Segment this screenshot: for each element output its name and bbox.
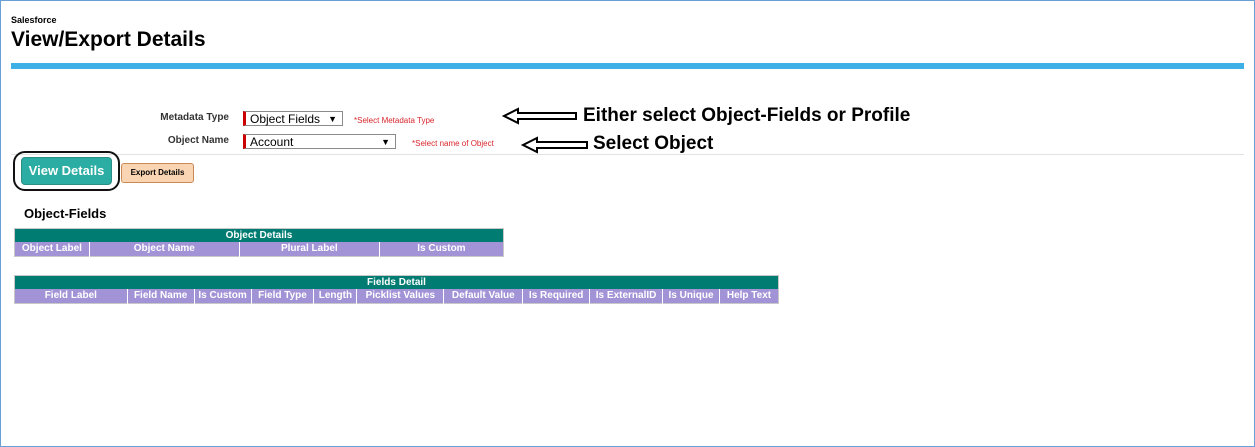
column-header: Field Name (127, 289, 195, 304)
metadata-type-select[interactable]: Object Fields ▼ (243, 111, 343, 126)
column-header: Is Custom (379, 242, 504, 257)
left-arrow-icon (502, 107, 577, 125)
export-details-button[interactable]: Export Details (121, 163, 194, 183)
column-header: Object Name (89, 242, 240, 257)
left-arrow-icon (521, 136, 588, 154)
object-name-hint: *Select name of Object (412, 139, 494, 148)
column-header: Is Required (522, 289, 591, 304)
divider (11, 154, 1244, 155)
column-header: Picklist Values (356, 289, 445, 304)
metadata-type-value: Object Fields (250, 112, 321, 126)
table-caption: Fields Detail (14, 275, 779, 289)
column-header: Length (313, 289, 358, 304)
chevron-down-icon: ▼ (328, 114, 337, 124)
column-header: Default Value (443, 289, 524, 304)
column-header: Help Text (719, 289, 779, 304)
metadata-annotation: Either select Object-Fields or Profile (583, 105, 911, 126)
view-details-button[interactable]: View Details (21, 157, 112, 185)
object-details-table: Object Details Object Label Object Name … (14, 228, 504, 257)
object-annotation: Select Object (593, 133, 714, 154)
column-header: Plural Label (239, 242, 380, 257)
column-header: Is Custom (194, 289, 252, 304)
object-name-value: Account (250, 135, 294, 149)
table-caption: Object Details (14, 228, 504, 242)
section-title: Object-Fields (24, 206, 107, 221)
metadata-type-hint: *Select Metadata Type (354, 116, 435, 125)
chevron-down-icon: ▼ (381, 137, 390, 147)
accent-bar (11, 63, 1244, 69)
metadata-type-label: Metadata Type (160, 112, 229, 123)
fields-detail-table: Fields Detail Field Label Field Name Is … (14, 275, 779, 304)
page-title: View/Export Details (11, 28, 206, 51)
object-name-label: Object Name (167, 135, 229, 146)
column-header: Object Label (14, 242, 90, 257)
column-header: Is ExternalID (589, 289, 664, 304)
column-header: Field Label (14, 289, 128, 304)
object-name-select[interactable]: Account ▼ (243, 134, 396, 149)
app-name: Salesforce (11, 15, 57, 25)
column-header: Is Unique (662, 289, 720, 304)
column-header: Field Type (251, 289, 315, 304)
